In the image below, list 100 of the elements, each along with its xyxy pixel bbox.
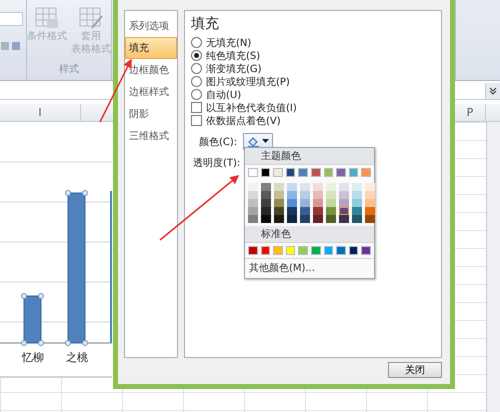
color-swatch[interactable] [326,183,336,191]
color-swatch[interactable] [313,215,323,223]
checkbox[interactable] [191,115,202,126]
nav-item[interactable]: 系列选项 [125,15,177,37]
radio-button[interactable] [191,89,202,100]
color-swatch[interactable] [287,199,297,207]
color-swatch[interactable] [339,199,349,207]
color-swatch[interactable] [248,183,258,191]
color-swatch[interactable] [336,168,346,177]
color-swatch[interactable] [313,207,323,215]
nav-item[interactable]: 填充 [125,37,177,59]
color-swatch[interactable] [286,168,296,177]
color-swatch[interactable] [300,215,310,223]
color-swatch[interactable] [339,207,349,215]
color-swatch[interactable] [274,215,284,223]
color-swatch[interactable] [352,207,362,215]
color-swatch[interactable] [326,199,336,207]
chart-area[interactable]: 忆柳 之桃 [0,122,112,378]
nav-item[interactable]: 阴影 [125,103,177,125]
color-swatch[interactable] [313,183,323,191]
expand-button[interactable] [485,83,500,99]
selection-handle[interactable] [21,293,27,299]
color-swatch[interactable] [326,207,336,215]
color-swatch[interactable] [248,168,258,177]
color-swatch[interactable] [286,246,296,255]
color-swatch[interactable] [300,207,310,215]
selection-handle[interactable] [21,340,27,346]
color-swatch[interactable] [339,191,349,199]
color-swatch[interactable] [365,199,375,207]
nav-item[interactable]: 三维格式 [125,125,177,147]
color-swatch[interactable] [261,191,271,199]
radio-button[interactable] [191,37,202,48]
color-swatch[interactable] [273,168,283,177]
color-swatch[interactable] [274,199,284,207]
color-swatch[interactable] [326,191,336,199]
color-swatch[interactable] [352,191,362,199]
radio-button[interactable] [191,63,202,74]
color-swatch[interactable] [261,183,271,191]
color-swatch[interactable] [352,215,362,223]
column-header[interactable]: I [0,104,81,121]
color-swatch[interactable] [361,168,371,177]
color-swatch[interactable] [248,207,258,215]
color-swatch[interactable] [248,191,258,199]
color-swatch[interactable] [287,191,297,199]
color-swatch[interactable] [310,246,321,255]
color-swatch[interactable] [260,168,270,177]
selection-handle[interactable] [82,190,88,196]
color-swatch[interactable] [348,168,358,177]
color-swatch[interactable] [365,183,375,191]
radio-button[interactable] [191,50,202,61]
color-swatch[interactable] [273,246,283,255]
color-swatch[interactable] [348,246,358,255]
color-swatch[interactable] [274,191,284,199]
color-swatch[interactable] [324,168,334,177]
color-swatch[interactable] [324,246,334,255]
color-swatch[interactable] [261,199,271,207]
selection-handle[interactable] [38,340,44,346]
bar[interactable] [24,296,42,344]
color-swatch[interactable] [248,199,258,207]
color-swatch[interactable] [326,215,336,223]
color-swatch[interactable] [365,191,375,199]
grid-icon [34,6,60,30]
color-swatch[interactable] [298,246,308,255]
color-swatch[interactable] [365,215,375,223]
more-colors-link[interactable]: 其他颜色(M)... [245,258,374,278]
number-format-field[interactable] [0,12,23,26]
color-swatch[interactable] [300,199,310,207]
selection-handle[interactable] [82,340,88,346]
color-swatch[interactable] [361,246,371,255]
color-swatch[interactable] [339,215,349,223]
color-swatch[interactable] [300,191,310,199]
radio-button[interactable] [191,76,202,87]
color-swatch[interactable] [261,207,271,215]
color-swatch[interactable] [365,207,375,215]
color-swatch[interactable] [339,183,349,191]
color-swatch[interactable] [248,246,258,255]
color-swatch[interactable] [248,215,258,223]
scrollbar[interactable] [486,122,500,412]
close-button[interactable]: 关闭 [388,362,442,378]
selection-handle[interactable] [38,293,44,299]
color-swatch[interactable] [287,207,297,215]
color-swatch[interactable] [287,183,297,191]
color-swatch[interactable] [274,207,284,215]
color-swatch[interactable] [300,183,310,191]
color-swatch[interactable] [352,199,362,207]
color-swatch[interactable] [336,246,346,255]
color-swatch[interactable] [298,168,308,177]
color-swatch[interactable] [310,168,321,177]
color-swatch[interactable] [274,183,284,191]
color-swatch[interactable] [313,191,323,199]
color-swatch[interactable] [261,215,271,223]
selection-handle[interactable] [65,340,71,346]
checkbox[interactable] [191,102,202,113]
color-swatch[interactable] [260,246,270,255]
color-swatch[interactable] [287,215,297,223]
selection-handle[interactable] [65,190,71,196]
color-swatch[interactable] [352,183,362,191]
caret-icon [262,139,270,144]
nav-item[interactable]: 边框样式 [125,81,177,103]
color-swatch[interactable] [313,199,323,207]
